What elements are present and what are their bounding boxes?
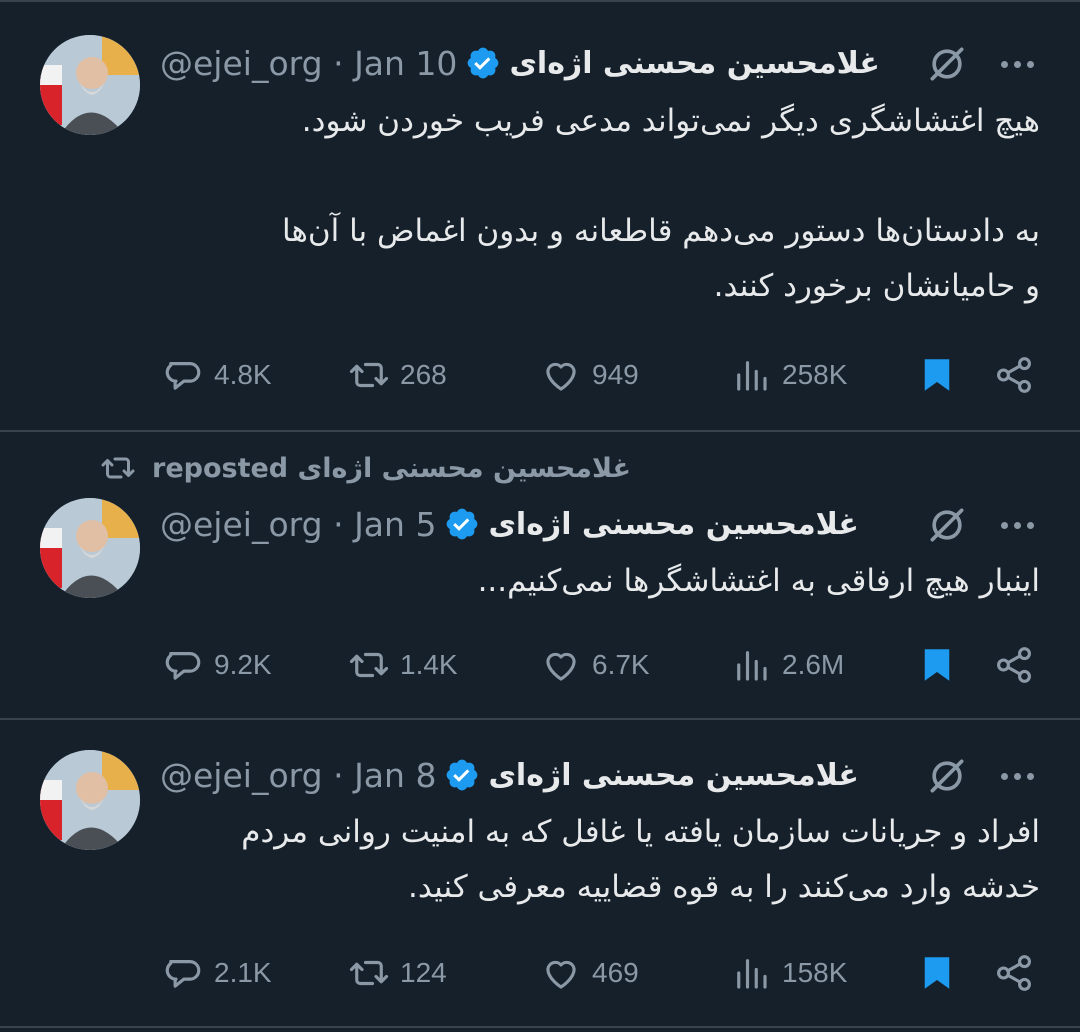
share-icon [997,647,1031,683]
tweet-line: اینبار هیچ ارفاقی به اغتشاشگرها نمی‌کنیم… [477,563,1040,599]
tweet-date[interactable]: Jan 10 [354,44,457,83]
reply-count: 2.1K [214,957,272,988]
more-dots-icon[interactable] [995,503,1039,547]
repost-arrows-icon [349,652,389,678]
heart-icon [546,652,576,681]
author-name[interactable]: غلامحسین محسنی اژه‌ای [488,758,859,793]
tweet-meta: @ejei_org · Jan 10 [160,44,457,83]
bookmark-filled-icon [924,957,950,989]
repost-count: 124 [400,957,447,988]
divider [0,1026,1080,1028]
tweet-actions: 4.8K 268 949 258K [0,350,1080,400]
grok-slash-icon[interactable] [925,754,969,798]
tweet-header: غلامحسین محسنی اژه‌ای @ejei_org · Jan 5 [160,497,960,551]
tweet-line: هیچ اغتشاشگری دیگر نمی‌تواند مدعی فریب خ… [301,103,1040,139]
like-count: 469 [592,957,639,988]
bookmark-button[interactable] [916,350,958,400]
like-button[interactable]: 949 [540,350,639,400]
bookmark-button[interactable] [916,640,958,690]
more-dots-icon[interactable] [995,42,1039,86]
bar-chart-icon [737,651,767,681]
tweet-header: غلامحسین محسنی اژه‌ای @ejei_org · Jan 10 [160,36,960,90]
more-dots-icon[interactable] [995,754,1039,798]
avatar[interactable] [40,750,140,850]
author-name[interactable]: غلامحسین محسنی اژه‌ای [488,507,859,542]
tweet-line: خدشه وارد می‌کنند را به قوه قضاییه معرفی… [408,869,1040,905]
comment-bubble-icon [165,362,201,390]
bookmark-button[interactable] [916,948,958,998]
tweet-meta: @ejei_org · Jan 5 [160,505,436,544]
like-button[interactable]: 469 [540,948,639,998]
share-button[interactable] [993,350,1035,400]
share-icon [997,357,1031,393]
views-count: 258K [782,359,848,390]
views-button[interactable]: 258K [730,350,847,400]
tweet-meta: @ejei_org · Jan 8 [160,756,436,795]
author-handle[interactable]: @ejei_org [160,756,323,795]
tweet-header: غلامحسین محسنی اژه‌ای @ejei_org · Jan 8 [160,748,960,802]
tweet-date[interactable]: Jan 5 [354,505,436,544]
views-count: 2.6M [782,649,845,680]
tweet[interactable]: غلامحسین محسنی اژه‌ای @ejei_org · Jan 10… [0,0,1080,430]
reply-button[interactable]: 4.8K [162,350,272,400]
views-button[interactable]: 2.6M [730,640,844,690]
comment-bubble-icon [165,960,201,988]
verified-badge-icon [468,47,499,79]
repost-button[interactable]: 268 [348,350,447,400]
like-button[interactable]: 6.7K [540,640,650,690]
meta-separator: · [333,504,344,544]
tweet[interactable]: غلامحسین محسنی اژه‌ای @ejei_org · Jan 8 … [0,718,1080,1032]
tweet-actions: 2.1K 124 469 158K [0,948,1080,998]
repost-button[interactable]: 1.4K [348,640,458,690]
tweet-actions: 9.2K 1.4K 6.7K 2.6M [0,640,1080,690]
repost-arrows-icon [349,362,389,388]
comment-bubble-icon [165,652,201,680]
author-handle[interactable]: @ejei_org [160,44,323,83]
like-count: 6.7K [592,649,650,680]
views-count: 158K [782,957,848,988]
tweet-text: هیچ اغتشاشگری دیگر نمی‌تواند مدعی فریب خ… [160,94,1040,314]
verified-badge-icon [447,508,478,540]
bar-chart-icon [737,361,767,391]
tweet-text: اینبار هیچ ارفاقی به اغتشاشگرها نمی‌کنیم… [160,554,1040,609]
meta-separator: · [333,43,344,83]
views-button[interactable]: 158K [730,948,847,998]
heart-icon [546,960,576,989]
grok-slash-icon[interactable] [925,42,969,86]
heart-icon [546,362,576,391]
reply-button[interactable]: 9.2K [162,640,272,690]
bookmark-filled-icon [924,359,950,391]
avatar[interactable] [40,35,140,135]
timeline-feed: غلامحسین محسنی اژه‌ای @ejei_org · Jan 10… [0,0,1080,1032]
tweet-text: افراد و جریانات سازمان یافته یا غافل که … [160,805,1040,915]
meta-separator: · [333,755,344,795]
author-handle[interactable]: @ejei_org [160,505,323,544]
share-icon [997,955,1031,991]
tweet[interactable]: غلامحسین محسنی اژه‌ای @ejei_org · Jan 5 … [0,430,1080,720]
like-count: 949 [592,359,639,390]
repost-count: 1.4K [400,649,458,680]
share-button[interactable] [993,948,1035,998]
tweet-line: و حامیانشان برخورد کنند. [713,268,1040,304]
tweet-line: افراد و جریانات سازمان یافته یا غافل که … [241,814,1040,850]
tweet-date[interactable]: Jan 8 [354,756,436,795]
repost-arrows-icon [349,960,389,986]
reply-count: 4.8K [214,359,272,390]
share-button[interactable] [993,640,1035,690]
bookmark-filled-icon [924,649,950,681]
author-name[interactable]: غلامحسین محسنی اژه‌ای [509,46,880,81]
avatar[interactable] [40,498,140,598]
bar-chart-icon [737,959,767,989]
repost-button[interactable]: 124 [348,948,447,998]
verified-badge-icon [447,759,478,791]
repost-count: 268 [400,359,447,390]
reply-count: 9.2K [214,649,272,680]
reply-button[interactable]: 2.1K [162,948,272,998]
tweet-line: به دادستان‌ها دستور می‌دهم قاطعانه و بدو… [282,213,1040,249]
grok-slash-icon[interactable] [925,503,969,547]
